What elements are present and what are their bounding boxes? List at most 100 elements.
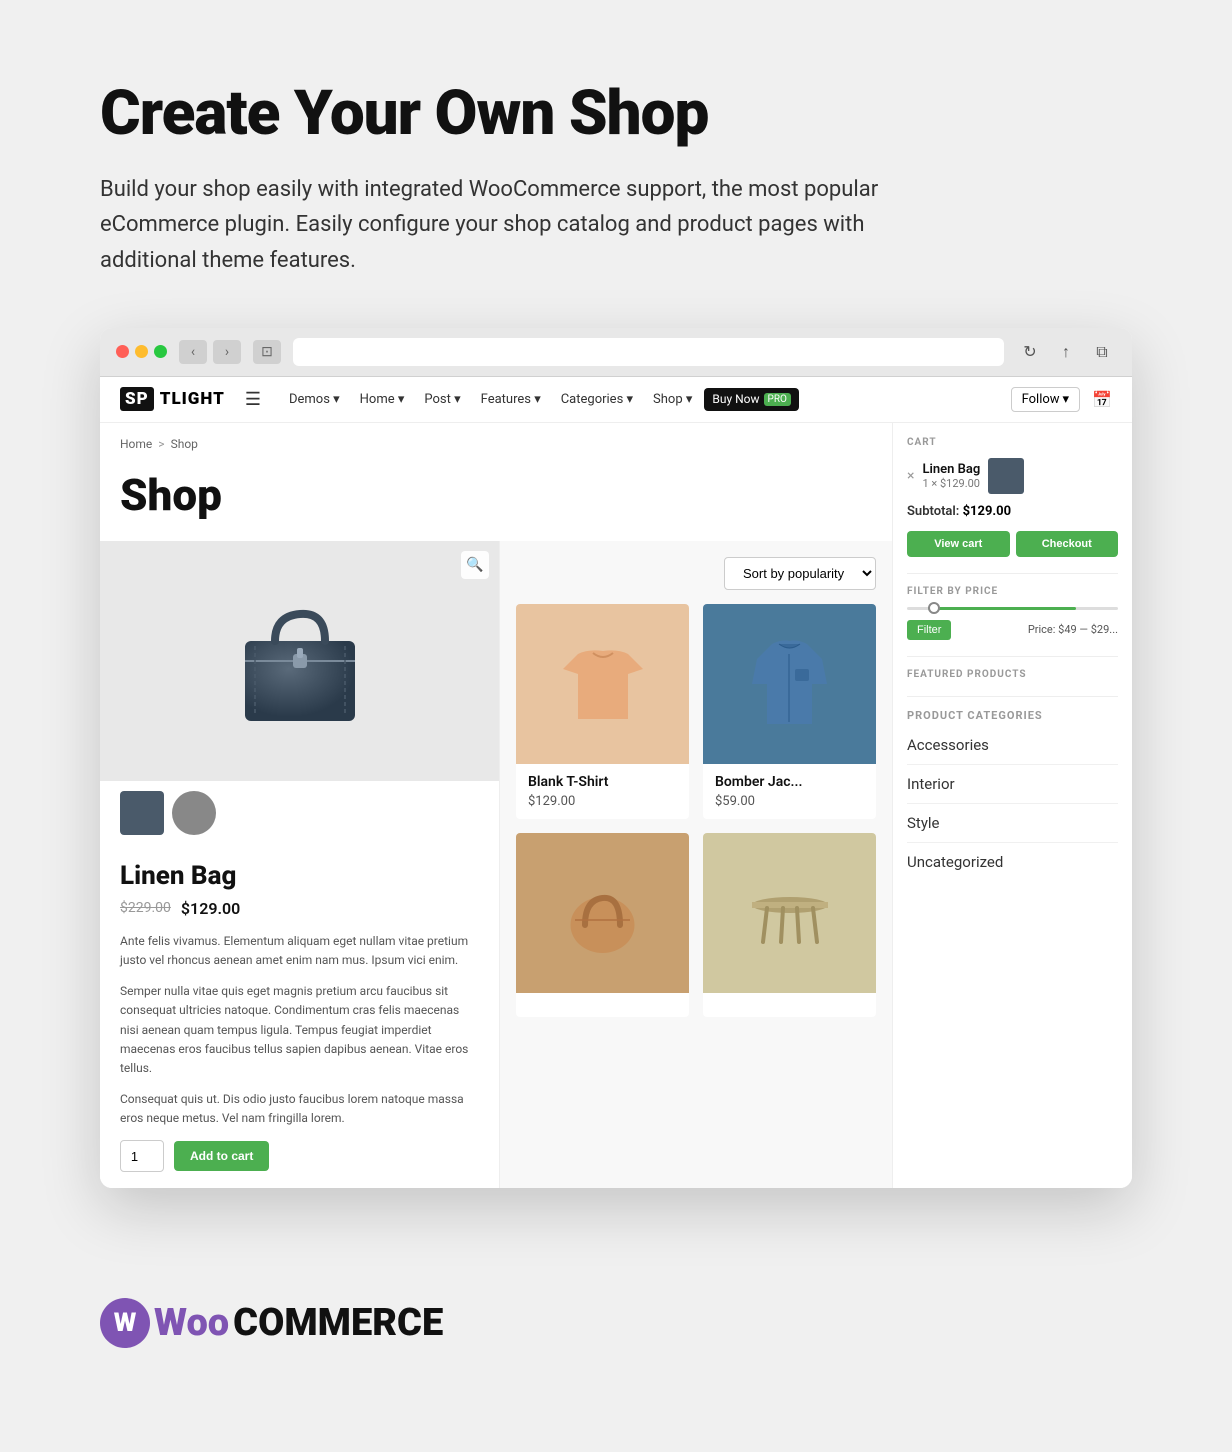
chevron-down-icon: ▾ [1063, 392, 1070, 407]
woocommerce-logo: W Woo COMMERCE [100, 1298, 1132, 1348]
browser-reload-button[interactable]: ↻ [1016, 340, 1044, 364]
product-info: Linen Bag $229.00 $129.00 Ante felis viv… [100, 845, 499, 1189]
nav-categories[interactable]: Categories ▾ [553, 388, 641, 411]
browser-back-button[interactable]: ‹ [179, 340, 207, 364]
subtotal-value: $129.00 [963, 504, 1012, 519]
browser-mockup: ‹ › ⊡ ↻ ↑ ⧉ SP TLIGHT ☰ Demos ▾ Home ▾ P… [100, 328, 1132, 1189]
breadcrumb-home[interactable]: Home [120, 437, 152, 451]
woo-text-woo: Woo [154, 1301, 229, 1345]
price-range-text: Price: $49 — $29... [1028, 623, 1118, 636]
product-detail-panel: 🔍 [100, 541, 500, 1189]
minimize-window-button[interactable] [135, 345, 148, 358]
calendar-icon[interactable]: 📅 [1092, 390, 1112, 409]
add-to-cart-row: Add to cart [120, 1140, 479, 1172]
product-thumb-2[interactable] [172, 791, 216, 835]
shop-content: Home > Shop Shop 🔍 [100, 423, 1132, 1189]
product-zoom-icon[interactable]: 🔍 [461, 551, 489, 579]
cart-section: CART × Linen Bag 1 × $129.00 Subtotal: $… [907, 437, 1118, 557]
category-uncategorized[interactable]: Uncategorized [907, 843, 1118, 881]
site-navigation: SP TLIGHT ☰ Demos ▾ Home ▾ Post ▾ Featur… [100, 377, 1132, 423]
featured-products-section: FEATURED PRODUCTS [907, 656, 1118, 680]
nav-shop[interactable]: Shop ▾ [645, 388, 700, 411]
browser-toolbar: ‹ › ⊡ ↻ ↑ ⧉ [100, 328, 1132, 377]
follow-button[interactable]: Follow ▾ [1011, 387, 1081, 412]
product-card-table[interactable] [703, 833, 876, 1017]
browser-tab-view-button[interactable]: ⊡ [253, 340, 281, 364]
subtotal-label: Subtotal: [907, 504, 959, 519]
product-card-bomber-name: Bomber Jac... [715, 774, 864, 790]
browser-forward-button[interactable]: › [213, 340, 241, 364]
cart-label: CART [907, 437, 1118, 448]
shop-main: Home > Shop Shop 🔍 [100, 423, 892, 1189]
product-card-bag2[interactable] [516, 833, 689, 1017]
category-accessories[interactable]: Accessories [907, 726, 1118, 765]
view-cart-button[interactable]: View cart [907, 531, 1010, 557]
filter-button[interactable]: Filter [907, 620, 951, 640]
product-card-bomber-info: Bomber Jac... $59.00 [703, 764, 876, 819]
browser-address-bar[interactable] [293, 338, 1004, 366]
category-style[interactable]: Style [907, 804, 1118, 843]
product-card-bomber[interactable]: Bomber Jac... $59.00 [703, 604, 876, 819]
product-card-tshirt[interactable]: Blank T-Shirt $129.00 [516, 604, 689, 819]
table-image [745, 880, 835, 945]
product-image [225, 586, 375, 736]
categories-section: PRODUCT CATEGORIES Accessories Interior … [907, 696, 1118, 881]
product-desc-3: Consequat quis ut. Dis odio justo faucib… [120, 1090, 479, 1128]
product-thumbnails [100, 781, 499, 845]
product-card-bomber-price: $59.00 [715, 794, 864, 809]
page-subtext: Build your shop easily with integrated W… [100, 172, 920, 278]
hamburger-menu-icon[interactable]: ☰ [245, 389, 261, 410]
product-card-table-image [703, 833, 876, 993]
price-slider-track [907, 607, 1118, 610]
browser-actions: ↻ ↑ ⧉ [1016, 340, 1116, 364]
browser-nav: ‹ › [179, 340, 241, 364]
breadcrumb-separator: > [158, 437, 164, 451]
price-original: $229.00 [120, 900, 171, 916]
browser-share-button[interactable]: ↑ [1052, 340, 1080, 364]
product-name: Linen Bag [120, 861, 479, 891]
cart-remove-button[interactable]: × [907, 468, 914, 484]
product-desc-2: Semper nulla vitae quis eget magnis pret… [120, 982, 479, 1078]
sort-bar: Sort by popularity [516, 557, 876, 590]
product-price: $229.00 $129.00 [120, 899, 479, 918]
price-slider-handle[interactable] [928, 602, 940, 614]
woocommerce-section: W Woo COMMERCE [0, 1248, 1232, 1398]
follow-label: Follow [1022, 392, 1060, 407]
sort-select[interactable]: Sort by popularity [724, 557, 876, 590]
product-grid-row2 [516, 833, 876, 1017]
tshirt-image [563, 639, 643, 729]
filter-section: FILTER BY PRICE Filter Price: $49 — $29.… [907, 573, 1118, 640]
cart-item-qty: 1 × $129.00 [922, 477, 980, 490]
product-card-table-info [703, 993, 876, 1017]
cart-subtotal: Subtotal: $129.00 [907, 504, 1118, 519]
quantity-input[interactable] [120, 1140, 164, 1172]
nav-features[interactable]: Features ▾ [473, 388, 549, 411]
product-grid-area: Sort by popularity [500, 541, 892, 1189]
maximize-window-button[interactable] [154, 345, 167, 358]
breadcrumb: Home > Shop [100, 423, 892, 459]
product-image-area: 🔍 [100, 541, 499, 781]
shop-page-header: Shop [100, 459, 892, 541]
product-card-bag2-info [516, 993, 689, 1017]
product-grid: Blank T-Shirt $129.00 [516, 604, 876, 819]
site-logo[interactable]: SP TLIGHT [120, 387, 225, 411]
filter-label: FILTER BY PRICE [907, 586, 1118, 597]
category-interior[interactable]: Interior [907, 765, 1118, 804]
add-to-cart-button[interactable]: Add to cart [174, 1141, 269, 1171]
close-window-button[interactable] [116, 345, 129, 358]
bomber-image [747, 634, 832, 734]
buy-now-label: Buy Now [712, 392, 759, 406]
products-area: 🔍 [100, 541, 892, 1189]
checkout-button[interactable]: Checkout [1016, 531, 1119, 557]
nav-demos[interactable]: Demos ▾ [281, 388, 348, 411]
product-card-tshirt-name: Blank T-Shirt [528, 774, 677, 790]
nav-home[interactable]: Home ▾ [352, 388, 413, 411]
product-card-tshirt-info: Blank T-Shirt $129.00 [516, 764, 689, 819]
nav-links: Demos ▾ Home ▾ Post ▾ Features ▾ Categor… [281, 388, 991, 411]
browser-traffic-lights [116, 345, 167, 358]
product-thumb-1[interactable] [120, 791, 164, 835]
buy-now-button[interactable]: Buy Now PRO [704, 388, 799, 411]
browser-new-tab-button[interactable]: ⧉ [1088, 340, 1116, 364]
nav-post[interactable]: Post ▾ [416, 388, 468, 411]
side-panel: CART × Linen Bag 1 × $129.00 Subtotal: $… [892, 423, 1132, 1189]
